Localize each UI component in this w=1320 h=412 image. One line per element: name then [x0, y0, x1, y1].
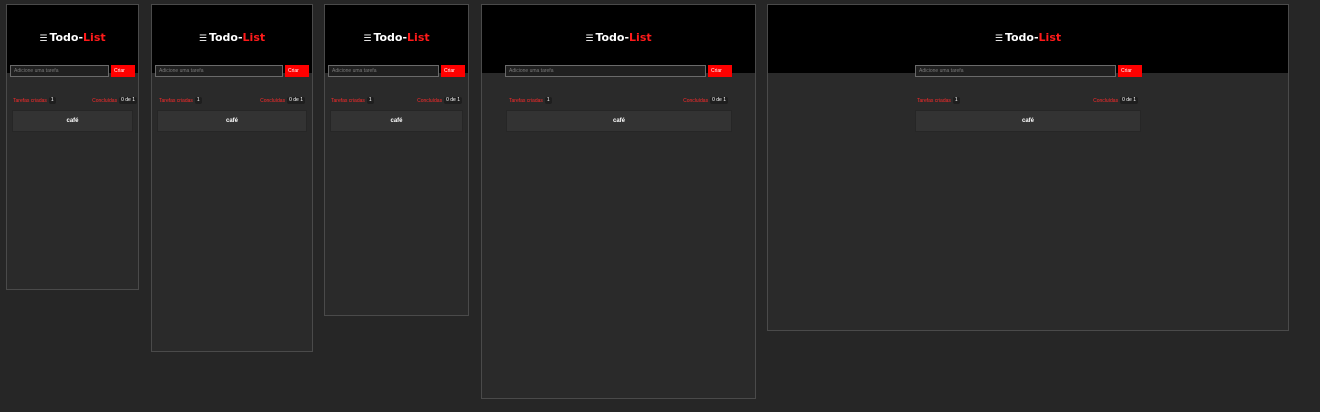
create-button[interactable]: Criar — [1118, 65, 1142, 77]
add-task-row: Adicione uma tarefa Criar — [328, 65, 465, 77]
done-label: Concluídas — [92, 97, 118, 104]
task-input[interactable]: Adicione uma tarefa — [155, 65, 283, 77]
task-counters: Tarefas criadas 1 Concluídas 0 de 1 — [13, 97, 137, 104]
task-input[interactable]: Adicione uma tarefa — [328, 65, 439, 77]
task-item[interactable]: café — [915, 110, 1141, 132]
created-count-badge: 1 — [544, 97, 552, 104]
list-icon: ☰ — [585, 34, 594, 44]
preview-frame-3: ☰ Todo-List Adicione uma tarefa Criar Tar… — [324, 4, 469, 316]
list-icon: ☰ — [39, 34, 48, 44]
done-count-badge: 0 de 1 — [1120, 97, 1138, 104]
task-item[interactable]: café — [157, 110, 307, 132]
logo-text-todo: Todo- — [595, 31, 630, 44]
task-item[interactable]: café — [506, 110, 732, 132]
create-button[interactable]: Criar — [441, 65, 465, 77]
task-counters: Tarefas criadas 1 Concluídas 0 de 1 — [917, 97, 1138, 104]
list-icon: ☰ — [198, 34, 207, 44]
add-task-row: Adicione uma tarefa Criar — [10, 65, 135, 77]
app-logo: ☰ Todo-List — [7, 31, 138, 44]
done-count-badge: 0 de 1 — [710, 97, 728, 104]
task-text: café — [612, 118, 625, 124]
preview-frame-5: ☰ Todo-List Adicione uma tarefa Criar Tar… — [767, 4, 1289, 331]
task-text: café — [1021, 118, 1034, 124]
logo-text-todo: Todo- — [49, 31, 84, 44]
preview-frame-2: ☰ Todo-List Adicione uma tarefa Criar Tar… — [151, 4, 313, 352]
logo-text-list: List — [1038, 31, 1062, 44]
preview-frame-4: ☰ Todo-List Adicione uma tarefa Criar Tar… — [481, 4, 756, 399]
task-input[interactable]: Adicione uma tarefa — [505, 65, 706, 77]
created-label: Tarefas criadas — [13, 97, 47, 104]
task-text: café — [225, 118, 238, 124]
app-logo: ☰ Todo-List — [482, 31, 755, 44]
created-count-badge: 1 — [194, 97, 202, 104]
done-count-badge: 0 de 1 — [119, 97, 137, 104]
app-logo: ☰ Todo-List — [152, 31, 312, 44]
created-label: Tarefas criadas — [331, 97, 365, 104]
task-text: café — [66, 118, 79, 124]
done-count-badge: 0 de 1 — [444, 97, 462, 104]
logo-text-todo: Todo- — [208, 31, 243, 44]
list-icon: ☰ — [363, 34, 372, 44]
task-input[interactable]: Adicione uma tarefa — [10, 65, 109, 77]
created-label: Tarefas criadas — [917, 97, 951, 104]
task-counters: Tarefas criadas 1 Concluídas 0 de 1 — [331, 97, 462, 104]
logo-text-list: List — [83, 31, 106, 44]
list-icon: ☰ — [994, 34, 1003, 44]
done-label: Concluídas — [260, 97, 286, 104]
add-task-row: Adicione uma tarefa Criar — [505, 65, 732, 77]
created-count-badge: 1 — [48, 97, 56, 104]
done-count-badge: 0 de 1 — [287, 97, 305, 104]
task-input[interactable]: Adicione uma tarefa — [915, 65, 1116, 77]
logo-text-list: List — [629, 31, 652, 44]
create-button[interactable]: Criar — [708, 65, 732, 77]
task-counters: Tarefas criadas 1 Concluídas 0 de 1 — [509, 97, 728, 104]
done-label: Concluídas — [1093, 97, 1119, 104]
app-logo: ☰ Todo-List — [768, 31, 1288, 44]
done-label: Concluídas — [417, 97, 443, 104]
task-item[interactable]: café — [330, 110, 463, 132]
created-count-badge: 1 — [366, 97, 374, 104]
app-logo: ☰ Todo-List — [325, 31, 468, 44]
logo-text-todo: Todo- — [1004, 31, 1039, 44]
add-task-row: Adicione uma tarefa Criar — [915, 65, 1142, 77]
create-button[interactable]: Criar — [285, 65, 309, 77]
logo-text-todo: Todo- — [373, 31, 408, 44]
created-label: Tarefas criadas — [159, 97, 193, 104]
task-counters: Tarefas criadas 1 Concluídas 0 de 1 — [159, 97, 305, 104]
logo-text-list: List — [242, 31, 266, 44]
create-button[interactable]: Criar — [111, 65, 135, 77]
task-item[interactable]: café — [12, 110, 133, 132]
logo-text-list: List — [407, 31, 430, 44]
created-label: Tarefas criadas — [509, 97, 543, 104]
created-count-badge: 1 — [952, 97, 960, 104]
preview-frame-1: ☰ Todo-List Adicione uma tarefa Criar Tar… — [6, 4, 139, 290]
task-text: café — [390, 118, 403, 124]
done-label: Concluídas — [683, 97, 709, 104]
add-task-row: Adicione uma tarefa Criar — [155, 65, 309, 77]
